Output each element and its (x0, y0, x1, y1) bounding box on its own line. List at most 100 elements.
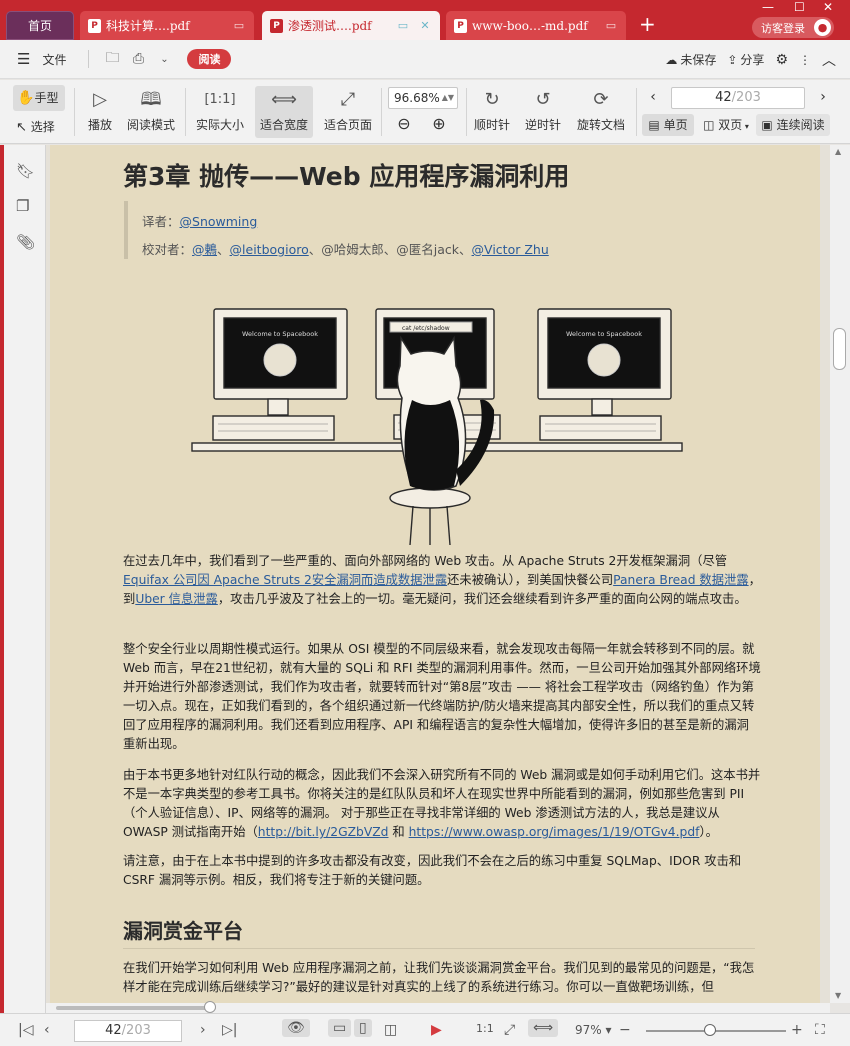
maximize-icon[interactable]: ☐ (794, 0, 805, 14)
tab-document-1[interactable]: P 科技计算….pdf ▭ (80, 11, 254, 40)
document-viewport[interactable]: 第3章 抛传——Web 应用程序漏洞利用 译者：@Snowming 校对者：@鶇… (46, 145, 830, 1003)
close-window-icon[interactable]: ✕ (823, 0, 833, 14)
minimize-icon[interactable]: — (762, 0, 774, 14)
scroll-up-icon[interactable]: ▲ (835, 147, 841, 156)
paragraph-text: 和 (388, 825, 409, 839)
hand-tool-label: 手型 (34, 91, 59, 105)
attachment-paperclip-icon[interactable]: 📎︎ (16, 233, 35, 251)
title-bar: 首页 P 科技计算….pdf ▭ P 渗透测试….pdf ▭ ✕ P www-b… (0, 0, 850, 40)
continuous-read-button[interactable]: ▣ 连续阅读 (756, 114, 830, 136)
fit-page-button[interactable]: ⤢ 适合页面 (320, 86, 376, 133)
next-page-icon[interactable]: › (816, 89, 830, 105)
zoom-out-minus-icon[interactable]: − (619, 1022, 631, 1038)
fit-width-button[interactable]: ⟺ 适合宽度 (255, 86, 313, 138)
fit-page-icon[interactable]: ⤢ (504, 1022, 515, 1038)
paragraph-4: 请注意，由于在上本书中提到的许多攻击都没有改变，因此我们不会在之后的练习中重复 … (123, 854, 742, 887)
pdf-icon: P (88, 18, 101, 33)
zoom-level-select[interactable]: 96.68% ▲▼ (388, 87, 458, 109)
last-page-icon[interactable]: ▷| (222, 1022, 237, 1038)
single-page-view-icon[interactable]: ▭ (328, 1019, 352, 1037)
horizontal-scrollbar[interactable] (46, 1001, 830, 1013)
book-open-icon: 🕮 (140, 89, 162, 110)
read-mode-label: 阅读模式 (126, 118, 175, 132)
eye-protection-icon[interactable]: 👁︎ (282, 1019, 310, 1037)
actual-size-icon[interactable]: 1:1 (476, 1022, 494, 1035)
unsaved-status[interactable]: 未保存 (680, 51, 716, 68)
paragraph-3: 由于本书更多地针对红队行动的概念，因此我们不会深入研究所有不同的 Web 漏洞或… (123, 766, 761, 842)
single-page-button[interactable]: ▤ 单页 (642, 114, 694, 136)
read-mode-button[interactable]: 阅读 (187, 49, 232, 69)
hand-tool-button[interactable]: ✋手型 (13, 85, 65, 111)
translator-link[interactable]: @Snowming (180, 214, 258, 229)
chevron-down-icon: ▲▼ (441, 93, 454, 102)
equifax-link[interactable]: Equifax 公司因 Apache Struts 2安全漏洞而造成数据泄露 (123, 573, 447, 587)
current-page-value: 42 (715, 90, 732, 105)
continuous-view-icon[interactable]: ▯ (354, 1019, 372, 1037)
uber-link[interactable]: Uber 信息泄露 (135, 592, 218, 606)
chevron-down-icon[interactable]: ⌄ (153, 54, 175, 65)
close-tab-icon[interactable]: ✕ (418, 19, 432, 32)
new-tab-button[interactable]: + (639, 14, 656, 34)
settings-gear-icon[interactable]: ⚙ (775, 52, 788, 68)
select-tool-button[interactable]: ↖ 选择 (16, 116, 66, 138)
zoom-slider-knob[interactable] (704, 1024, 716, 1036)
rotate-clockwise-button[interactable]: ↻ 顺时针 (472, 86, 512, 133)
pdf-icon: P (454, 18, 467, 33)
rotate-counterclockwise-button[interactable]: ↺ 逆时针 (523, 86, 563, 133)
actual-size-button[interactable]: [1:1] 实际大小 (193, 86, 247, 133)
panera-link[interactable]: Panera Bread 数据泄露 (613, 573, 748, 587)
proofreader-link[interactable]: @leitbogioro (230, 242, 309, 257)
double-page-button[interactable]: ◫ 双页 ▾ (698, 114, 754, 136)
previous-page-icon[interactable]: ‹ (646, 89, 660, 105)
tab-document-3[interactable]: P www-boo…-md.pdf ▭ (446, 11, 626, 40)
bottom-status-bar: |◁ ‹ 42/203 › ▷| 👁︎ ▭ ▯ ◫ ▶ 1:1 ⤢ ⟺ 97% … (0, 1013, 850, 1046)
page-number-input[interactable]: 42/203 (671, 87, 805, 109)
collapse-chevron-up-icon[interactable]: ︿ (822, 50, 836, 70)
proofreader-link[interactable]: @鶇 (192, 242, 217, 257)
zoom-in-plus-icon[interactable]: + (791, 1022, 803, 1038)
first-page-icon[interactable]: |◁ (18, 1022, 33, 1038)
rotate-document-button[interactable]: ⟳ 旋转文档 (575, 86, 627, 133)
zoom-in-icon[interactable]: ⊕ (428, 114, 450, 133)
zoom-out-icon[interactable]: ⊖ (393, 114, 415, 133)
play-circle-icon: ▷ (93, 89, 107, 110)
double-page-view-icon[interactable]: ◫ (384, 1022, 397, 1038)
thumbnails-icon[interactable]: ❐ (16, 197, 29, 215)
tab-document-2-active[interactable]: P 渗透测试….pdf ▭ ✕ (262, 11, 440, 40)
zoom-percentage[interactable]: 97% ▾ (575, 1023, 612, 1037)
owasp-link[interactable]: https://www.owasp.org/images/1/19/OTGv4.… (409, 825, 700, 839)
tab-home[interactable]: 首页 (6, 11, 74, 40)
file-menu[interactable]: 文件 (42, 51, 66, 68)
vertical-scrollbar[interactable]: ▲ ▼ (830, 145, 850, 1003)
select-tool-label: 选择 (30, 120, 55, 134)
play-button[interactable]: ▷ 播放 (82, 86, 118, 133)
horizontal-scroll-thumb[interactable] (204, 1001, 216, 1013)
read-mode-toolbar-button[interactable]: 🕮 阅读模式 (125, 86, 177, 133)
proofreader-link[interactable]: @Victor Zhu (472, 242, 549, 257)
rotate-clockwise-label: 顺时针 (473, 118, 510, 132)
bottom-current-page: 42 (105, 1023, 122, 1038)
next-page-icon[interactable]: › (200, 1022, 206, 1038)
folder-open-icon[interactable]: 🗀 (101, 47, 123, 71)
divider (466, 88, 467, 136)
scrollbar-thumb[interactable] (833, 328, 846, 370)
bookmark-icon[interactable]: 🔖︎ (16, 162, 35, 180)
play-slideshow-icon[interactable]: ▶ (431, 1022, 442, 1038)
previous-page-icon[interactable]: ‹ (44, 1022, 50, 1038)
guest-login-button[interactable]: 访客登录 ● (752, 17, 834, 38)
rotate-counterclockwise-icon: ↺ (535, 89, 551, 110)
continuous-read-label: 连续阅读 (776, 118, 825, 132)
bottom-page-number-input[interactable]: 42/203 (74, 1020, 182, 1042)
fit-width-icon[interactable]: ⟺ (528, 1019, 559, 1037)
zoom-percentage-value: 97% (575, 1023, 602, 1037)
bitly-link[interactable]: http://bit.ly/2GZbVZd (258, 825, 389, 839)
monitor-icon: ▭ (233, 19, 245, 32)
fullscreen-icon[interactable]: ⛶ (815, 1022, 825, 1038)
single-page-label: 单页 (663, 118, 688, 132)
share-button[interactable]: 分享 (740, 51, 764, 68)
more-options-icon[interactable]: ⋮ (799, 53, 811, 67)
zoom-slider-track[interactable] (646, 1030, 786, 1032)
print-icon[interactable]: ⎙ (127, 51, 149, 67)
scroll-down-icon[interactable]: ▼ (835, 991, 841, 1000)
hamburger-menu-icon[interactable]: ☰ (17, 50, 30, 68)
